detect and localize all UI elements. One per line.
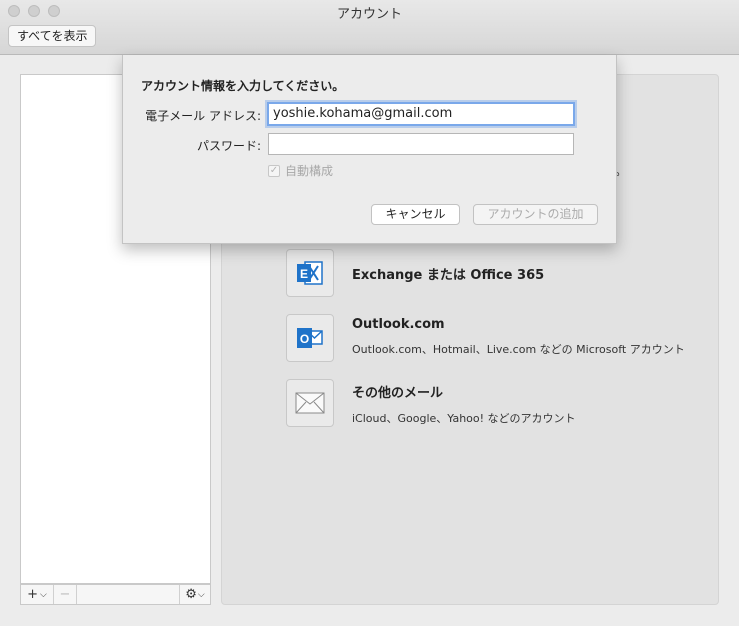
provider-title: その他のメール xyxy=(352,386,444,401)
show-all-button[interactable]: すべてを表示 xyxy=(8,25,97,47)
account-list-toolbar: + ⌵ − ⚙ ⌵ xyxy=(20,584,211,605)
provider-outlook[interactable]: O Outlook.com Outlook.com、Hotmail、Live.c… xyxy=(286,314,685,362)
toolbar-spacer xyxy=(77,585,180,604)
sheet-heading: アカウント情報を入力してください。 xyxy=(141,79,345,93)
title-bar: アカウント すべてを表示 xyxy=(0,0,739,55)
svg-text:E: E xyxy=(300,267,308,281)
provider-outlook-text: Outlook.com Outlook.com、Hotmail、Live.com… xyxy=(352,314,685,357)
plus-icon: + xyxy=(27,587,39,602)
window-title: アカウント xyxy=(336,7,402,22)
provider-title: Outlook.com xyxy=(352,317,445,332)
remove-account-button[interactable]: − xyxy=(54,585,77,604)
account-info-sheet: アカウント情報を入力してください。 電子メール アドレス: yoshie.koh… xyxy=(122,55,617,244)
svg-text:O: O xyxy=(300,332,309,346)
add-account-button[interactable]: + ⌵ xyxy=(21,585,54,604)
password-label: パスワード: xyxy=(196,139,261,153)
auto-config-checkbox[interactable]: ✓ 自動構成 xyxy=(268,162,333,179)
add-account-submit-button[interactable]: アカウントの追加 xyxy=(473,204,598,225)
exchange-icon: E xyxy=(286,249,334,297)
email-field[interactable]: yoshie.kohama@gmail.com xyxy=(267,102,575,126)
provider-other-mail[interactable]: その他のメール iCloud、Google、Yahoo! などのアカウント xyxy=(286,379,576,427)
provider-other-text: その他のメール iCloud、Google、Yahoo! などのアカウント xyxy=(352,379,576,426)
chevron-down-icon: ⌵ xyxy=(197,589,205,600)
checkmark-icon: ✓ xyxy=(268,164,280,177)
provider-exchange-text: Exchange または Office 365 xyxy=(352,249,544,283)
cancel-button[interactable]: キャンセル xyxy=(371,204,460,225)
account-actions-button[interactable]: ⚙ ⌵ xyxy=(180,585,210,604)
password-field[interactable] xyxy=(268,133,574,155)
provider-exchange[interactable]: E Exchange または Office 365 xyxy=(286,249,544,297)
provider-description: iCloud、Google、Yahoo! などのアカウント xyxy=(352,412,576,425)
accounts-window: アカウント すべてを表示 + ⌵ − ⚙ ⌵ い。 E Exchange または… xyxy=(0,0,739,626)
mail-envelope-icon xyxy=(286,379,334,427)
outlook-icon: O xyxy=(286,314,334,362)
chevron-down-icon: ⌵ xyxy=(40,589,47,600)
gear-icon: ⚙ xyxy=(185,587,197,602)
auto-config-label: 自動構成 xyxy=(285,164,334,178)
email-label: 電子メール アドレス: xyxy=(145,109,261,123)
provider-description: Outlook.com、Hotmail、Live.com などの Microso… xyxy=(352,343,685,356)
provider-title: Exchange または Office 365 xyxy=(352,268,545,283)
